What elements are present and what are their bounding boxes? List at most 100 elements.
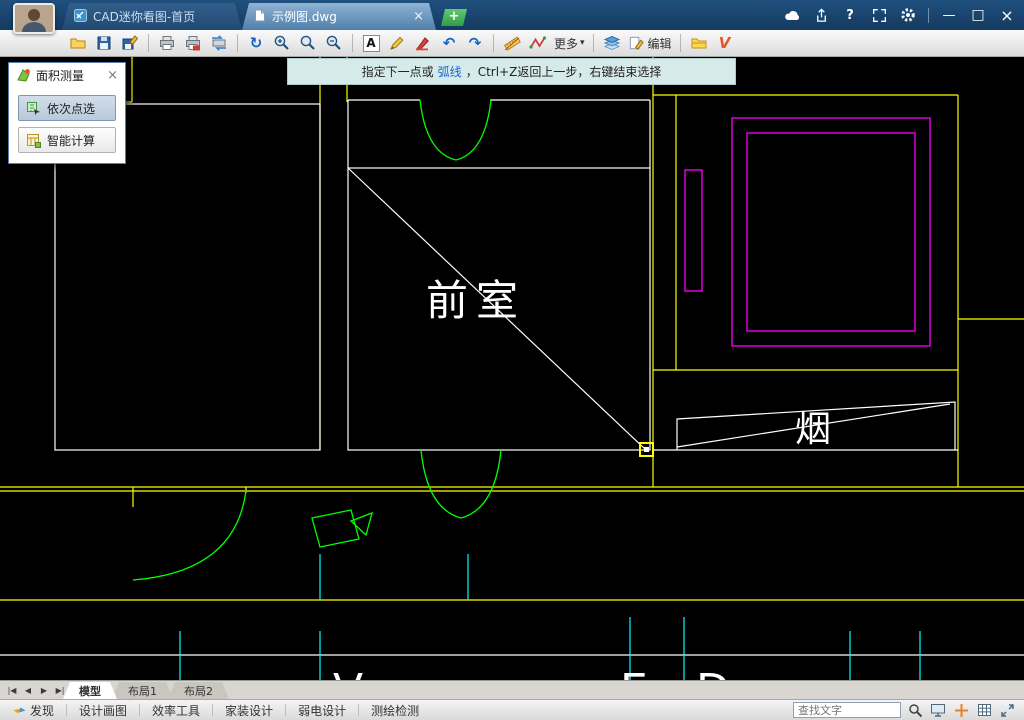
pick-points-label: 依次点选	[47, 101, 96, 116]
panel-close-icon[interactable]: ×	[107, 68, 118, 83]
discover-label: 发现	[30, 703, 55, 718]
survey-check-item[interactable]: 测绘检测	[366, 702, 424, 719]
white-outline-lines	[0, 99, 1024, 656]
undo-button[interactable]: ↶	[437, 32, 461, 55]
pick-points-button[interactable]: 依次点选	[18, 95, 116, 121]
fullscreen-icon[interactable]	[870, 6, 888, 24]
search-icon[interactable]	[906, 702, 924, 719]
layers-button[interactable]	[600, 32, 624, 55]
tab-home[interactable]: CAD迷你看图-首页	[62, 3, 242, 30]
cloud-icon[interactable]	[783, 6, 801, 24]
chevron-down-icon: ▾	[580, 38, 585, 48]
maximize-button[interactable]: □	[969, 6, 987, 24]
pencil-tool-button[interactable]	[385, 32, 409, 55]
edit-pencil-icon	[629, 36, 644, 50]
sheet-tab-layout2[interactable]: 布局2	[168, 682, 229, 699]
status-bar: 发现 设计画图 效率工具 家装设计 弱电设计 测绘检测	[0, 699, 1024, 720]
save-as-button[interactable]	[118, 32, 142, 55]
smart-calc-button[interactable]: 智能计算	[18, 127, 116, 153]
edit-label: 编辑	[647, 36, 672, 51]
prev-sheet-button[interactable]: ◀	[20, 682, 36, 699]
display-mode-icon[interactable]	[929, 702, 947, 719]
next-sheet-button[interactable]: ▶	[36, 682, 52, 699]
title-bar: CAD迷你看图-首页 示例图.dwg × + ? — □ ×	[0, 0, 1024, 30]
command-prompt-bar: 指定下一点或 弧线 ，Ctrl+Z返回上一步，右键结束选择	[287, 58, 736, 85]
share-icon[interactable]	[812, 6, 830, 24]
home-design-item[interactable]: 家装设计	[220, 702, 278, 719]
sheet-tab-layout1[interactable]: 布局1	[112, 682, 173, 699]
area-measure-panel: 面积测量 × 依次点选 智能计算	[8, 62, 126, 164]
status-divider	[212, 704, 214, 716]
batch-convert-button[interactable]	[207, 32, 231, 55]
magenta-block-lines	[684, 117, 931, 347]
minimize-button[interactable]: —	[940, 6, 958, 24]
tab-drawing-label: 示例图.dwg	[272, 10, 337, 24]
low-voltage-item[interactable]: 弱电设计	[293, 702, 351, 719]
discover-item[interactable]: 发现	[8, 702, 59, 719]
clipped-letter-v: V	[333, 665, 363, 680]
close-button[interactable]: ×	[998, 6, 1016, 25]
open-button[interactable]	[66, 32, 90, 55]
find-text-input[interactable]	[793, 702, 901, 718]
redo-button[interactable]: ↷	[463, 32, 487, 55]
user-avatar[interactable]	[13, 3, 55, 34]
help-icon[interactable]: ?	[841, 6, 859, 24]
crosshair-icon[interactable]	[952, 702, 970, 719]
status-divider	[358, 704, 360, 716]
favorites-folder-button[interactable]	[687, 32, 711, 55]
sheet-tab-layout1-label: 布局1	[128, 684, 157, 698]
toolbar-divider	[148, 34, 149, 52]
settings-gear-icon[interactable]	[899, 6, 917, 24]
expand-icon[interactable]	[998, 702, 1016, 719]
duct-label: 烟	[795, 409, 831, 450]
dwg-file-icon	[254, 9, 266, 25]
drawing-canvas[interactable]: 前室 烟 V E D	[0, 57, 1024, 716]
smart-calc-label: 智能计算	[47, 133, 96, 148]
text-tool-icon: A	[362, 34, 380, 52]
main-toolbar: ↻ A ↶ ↷ 更多 ▾ 编辑 V	[0, 30, 1024, 57]
sheet-tab-bar: |◀ ◀ ▶ ▶| 模型 布局1 布局2	[0, 680, 1024, 699]
yellow-wall-lines	[0, 57, 1024, 601]
room-label: 前室	[426, 276, 526, 325]
cad-drawing: 前室 烟 V E D	[0, 57, 1024, 716]
prompt-text-before: 指定下一点或	[361, 65, 434, 79]
text-search-area	[793, 702, 1016, 719]
cyan-axis-lines	[179, 554, 921, 680]
edit-button[interactable]: 编辑	[626, 32, 674, 55]
tab-home-label: CAD迷你看图-首页	[93, 10, 196, 24]
zoom-out-button[interactable]	[322, 32, 346, 55]
zoom-window-button[interactable]	[270, 32, 294, 55]
survey-check-label: 测绘检测	[371, 703, 420, 718]
status-divider	[66, 704, 68, 716]
measure-continuous-button[interactable]	[526, 32, 550, 55]
discover-icon	[13, 707, 26, 713]
tab-close-icon[interactable]: ×	[413, 9, 424, 24]
v-tool-button[interactable]: V	[713, 32, 737, 55]
clipped-letter-d: D	[696, 665, 730, 680]
tab-drawing[interactable]: 示例图.dwg ×	[242, 3, 436, 30]
design-draw-item[interactable]: 设计画图	[74, 702, 132, 719]
text-tool-button[interactable]: A	[359, 32, 383, 55]
window-controls: ? — □ ×	[783, 0, 1016, 30]
sheet-tab-model[interactable]: 模型	[63, 682, 117, 699]
panel-body: 依次点选 智能计算	[9, 87, 125, 163]
drawing-text-labels: 前室 烟 V E D	[333, 276, 831, 716]
new-tab-button[interactable]: +	[441, 9, 467, 26]
measure-length-button[interactable]	[500, 32, 524, 55]
panel-title: 面积测量	[36, 68, 85, 83]
rotate-button[interactable]: ↻	[244, 32, 268, 55]
low-voltage-label: 弱电设计	[298, 703, 347, 718]
first-sheet-button[interactable]: |◀	[4, 682, 20, 699]
efficiency-tools-label: 效率工具	[152, 703, 201, 718]
save-button[interactable]	[92, 32, 116, 55]
efficiency-tools-item[interactable]: 效率工具	[147, 702, 205, 719]
grid-icon[interactable]	[975, 702, 993, 719]
zoom-in-button[interactable]	[296, 32, 320, 55]
print-button[interactable]	[155, 32, 179, 55]
marker-tool-button[interactable]	[411, 32, 435, 55]
more-button[interactable]: 更多 ▾	[552, 32, 587, 55]
arc-link[interactable]: 弧线	[438, 63, 462, 80]
print-pdf-button[interactable]	[181, 32, 205, 55]
area-measure-icon	[17, 68, 30, 82]
toolbar-divider	[493, 34, 494, 52]
